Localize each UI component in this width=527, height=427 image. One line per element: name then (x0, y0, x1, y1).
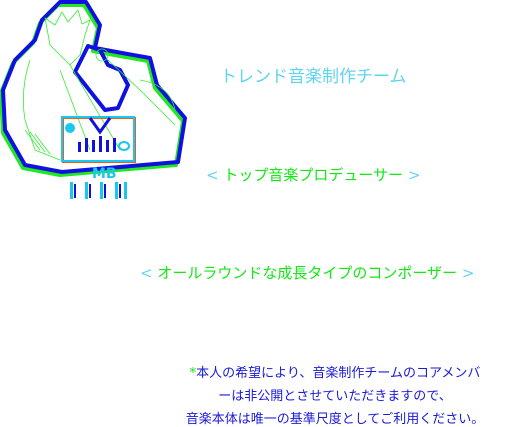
bracket-close: > (407, 166, 421, 184)
note-line-1: *本人の希望により、音楽制作チームのコアメンバ (150, 362, 520, 381)
team-title: トレンド音楽制作チーム (220, 67, 407, 87)
bracket-open: < (140, 264, 153, 282)
note-text: 本人の希望により、音楽制作チームのコアメンバ (196, 366, 481, 381)
note-line-3: 音楽本体は唯一の基準尺度としてご利用ください。 (185, 412, 485, 427)
note-line-2: ーは非公開とさせていただきますので、 (218, 389, 452, 404)
role-label: オールラウンドな成長タイプのコンポーザー (157, 264, 458, 282)
logo-illustration: MB (0, 0, 187, 199)
bracket-open: < (206, 166, 219, 184)
role-top-producer: < トップ音楽プロデューサー > (206, 164, 420, 185)
svg-text:MB: MB (92, 166, 117, 182)
role-composer: < オールラウンドな成長タイプのコンポーザー > (140, 262, 474, 283)
role-label: トップ音楽プロデューサー (223, 166, 404, 184)
bracket-close: > (461, 264, 475, 282)
